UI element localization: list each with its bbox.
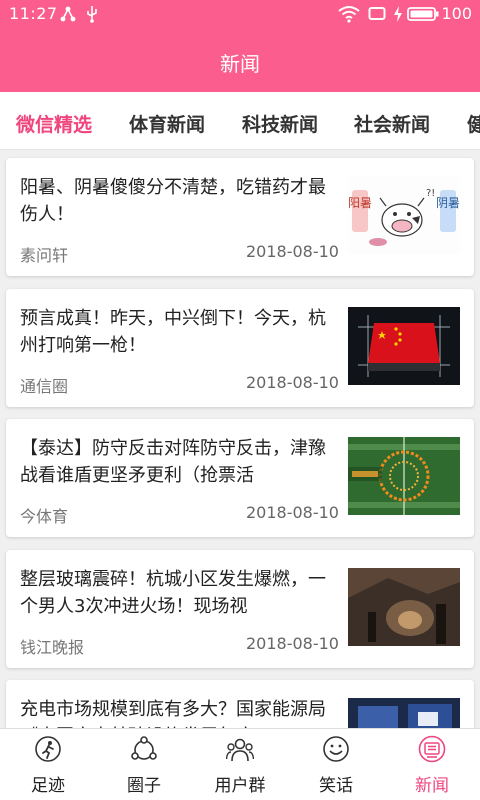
battery-percent: 100	[441, 4, 472, 23]
news-card[interactable]: 整层玻璃震碎！杭城小区发生爆燃，一个男人3次冲进火场！现场视 钱江晚报 2018…	[6, 550, 474, 668]
page-title: 新闻	[220, 52, 260, 76]
status-time: 11:27	[9, 4, 58, 23]
battery-icon	[407, 7, 439, 21]
nav-circle[interactable]: 圈子	[96, 729, 192, 800]
news-source: 今体育	[20, 507, 69, 526]
circle-icon	[131, 736, 157, 760]
news-thumbnail	[348, 698, 460, 728]
chip-flag-image	[348, 307, 460, 385]
user-group-icon	[226, 738, 254, 762]
share-icon	[60, 6, 76, 22]
category-tabs: 微信精选 体育新闻 科技新闻 社会新闻 健	[0, 92, 480, 150]
thumb-text-left: 阳暑	[348, 196, 372, 210]
top-bar: 11:27 100 新闻	[0, 0, 480, 92]
news-card[interactable]: 阳暑、阴暑傻傻分不清楚，吃错药才最伤人！ 素问轩 2018-08-10 阳暑 阴…	[6, 158, 474, 276]
charging-icon	[394, 6, 402, 22]
tab-society[interactable]: 社会新闻	[354, 110, 430, 137]
news-title: 阳暑、阴暑傻傻分不清楚，吃错药才最伤人！	[20, 177, 326, 225]
svg-text:?!: ?!	[426, 188, 435, 199]
tab-wechat[interactable]: 微信精选	[16, 110, 92, 137]
status-bar: 11:27 100	[0, 0, 480, 28]
tab-tech[interactable]: 科技新闻	[242, 110, 318, 137]
stadium-fire-image	[348, 437, 460, 515]
news-title: 整层玻璃震碎！杭城小区发生爆燃，一个男人3次冲进火场！现场视	[20, 569, 326, 617]
bottom-navigation: 足迹 圈子 用户群 笑话 新闻	[0, 728, 480, 800]
news-card[interactable]: 【泰达】防守反击对阵防守反击，津豫战看谁盾更坚矛更利（抢票活 今体育 2018-…	[6, 419, 474, 537]
news-date: 2018-08-10	[246, 242, 339, 261]
news-thumbnail	[348, 568, 460, 646]
news-date: 2018-08-10	[246, 503, 339, 522]
news-title: 预言成真！昨天，中兴倒下！今天，杭州打响第一枪！	[20, 308, 326, 356]
nav-label: 圈子	[127, 776, 161, 796]
thumb-text-right: 阴暑	[436, 196, 460, 210]
news-card[interactable]: 充电市场规模到底有多大？国家能源局《中国充电基础设施发展年度	[6, 680, 474, 728]
usb-icon	[87, 6, 97, 23]
fire-building-image	[348, 568, 460, 646]
news-source: 通信圈	[20, 377, 69, 396]
news-date: 2018-08-10	[246, 373, 339, 392]
nav-label: 笑话	[319, 776, 353, 796]
news-card[interactable]: 预言成真！昨天，中兴倒下！今天，杭州打响第一枪！ 通信圈 2018-08-10	[6, 289, 474, 407]
news-icon	[418, 735, 446, 763]
conference-image	[348, 698, 460, 728]
nav-news[interactable]: 新闻	[384, 729, 480, 800]
news-thumbnail	[348, 307, 460, 385]
smiley-icon	[323, 736, 349, 762]
news-date: 2018-08-10	[246, 634, 339, 653]
nav-footprint[interactable]: 足迹	[0, 729, 96, 800]
news-source: 钱江晚报	[20, 638, 85, 657]
wifi-icon	[338, 6, 360, 23]
tab-sports[interactable]: 体育新闻	[129, 110, 205, 137]
nav-label: 足迹	[31, 776, 65, 796]
news-thumbnail: 阳暑 阴暑 ?!	[348, 176, 460, 254]
screen-icon	[368, 7, 386, 20]
tab-health[interactable]: 健	[467, 110, 480, 137]
app-root: 11:27 100 新闻 微信精选 体育新闻 科技新闻 社会新闻 阳暑、阴暑傻傻…	[0, 0, 480, 800]
nav-label: 新闻	[415, 776, 449, 796]
news-thumbnail	[348, 437, 460, 515]
news-title: 【泰达】防守反击对阵防守反击，津豫战看谁盾更坚矛更利（抢票活	[20, 438, 326, 486]
news-list: 阳暑、阴暑傻傻分不清楚，吃错药才最伤人！ 素问轩 2018-08-10 阳暑 阴…	[0, 150, 480, 728]
footprint-icon	[35, 736, 61, 762]
news-source: 素问轩	[20, 246, 69, 265]
nav-label: 用户群	[214, 776, 266, 796]
news-title: 充电市场规模到底有多大？国家能源局《中国充电基础设施发展年度	[20, 699, 326, 728]
cow-cartoon-image: 阳暑 阴暑 ?!	[348, 176, 460, 254]
nav-user-group[interactable]: 用户群	[192, 729, 288, 800]
nav-jokes[interactable]: 笑话	[288, 729, 384, 800]
